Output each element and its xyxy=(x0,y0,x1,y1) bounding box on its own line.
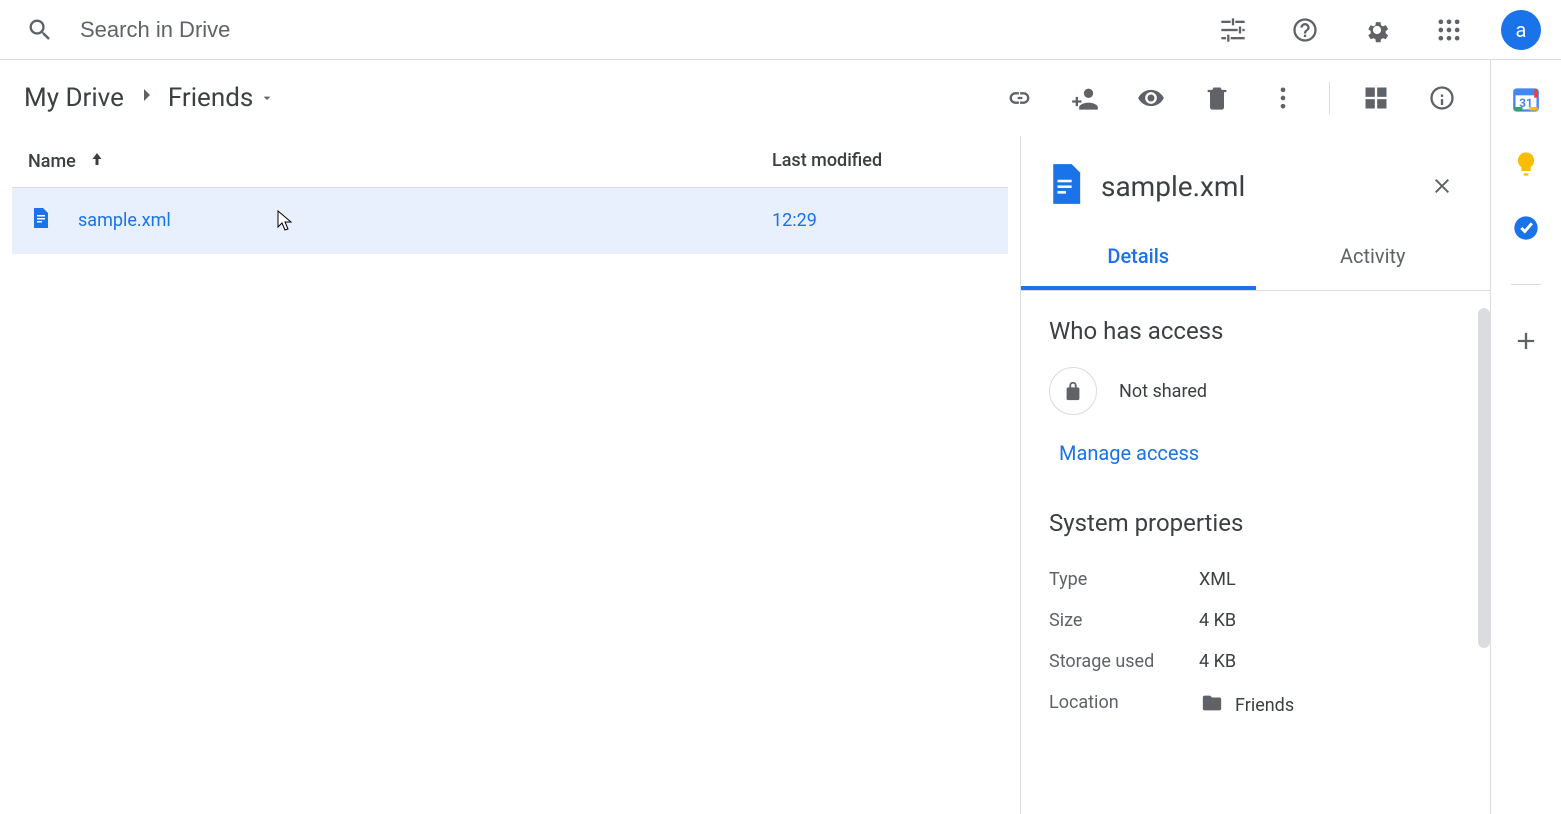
toolbar-divider xyxy=(1329,82,1330,114)
avatar-letter: a xyxy=(1516,18,1527,42)
close-icon[interactable] xyxy=(1422,166,1462,206)
prop-type-value: XML xyxy=(1199,569,1236,590)
help-icon[interactable] xyxy=(1285,10,1325,50)
add-icon[interactable] xyxy=(1512,327,1540,355)
search-input[interactable] xyxy=(80,17,680,43)
grid-view-icon[interactable] xyxy=(1356,78,1396,118)
info-icon[interactable] xyxy=(1422,78,1462,118)
right-rail: 31 xyxy=(1491,60,1561,814)
file-area: Name Last modified sample.xml 12:29 xyxy=(0,136,1490,814)
account-avatar[interactable]: a xyxy=(1501,10,1541,50)
panel-header: sample.xml xyxy=(1021,136,1490,226)
prop-storage: Storage used 4 KB xyxy=(1049,641,1462,682)
breadcrumb-current-label: Friends xyxy=(168,83,253,113)
rail-divider xyxy=(1511,284,1541,285)
tab-details[interactable]: Details xyxy=(1021,226,1256,290)
details-panel: sample.xml Details Activity Who has acce… xyxy=(1020,136,1490,814)
folder-icon xyxy=(1199,692,1225,719)
share-person-icon[interactable] xyxy=(1065,78,1105,118)
tasks-icon[interactable] xyxy=(1512,214,1540,242)
file-row[interactable]: sample.xml 12:29 xyxy=(12,188,1008,254)
breadcrumb: My Drive Friends xyxy=(24,83,275,114)
calendar-icon[interactable]: 31 xyxy=(1512,86,1540,114)
access-row: Not shared xyxy=(1049,367,1462,415)
list-header: Name Last modified xyxy=(12,136,1008,188)
action-toolbar xyxy=(999,78,1466,118)
column-name-label: Name xyxy=(28,151,76,172)
panel-tabs: Details Activity xyxy=(1021,226,1490,291)
search-area xyxy=(20,10,1213,50)
column-modified-label: Last modified xyxy=(772,150,882,171)
prop-location-text: Friends xyxy=(1235,695,1294,716)
prop-size-value: 4 KB xyxy=(1199,610,1236,631)
column-modified[interactable]: Last modified xyxy=(772,150,992,173)
chevron-right-icon xyxy=(134,83,158,114)
topbar-right: a xyxy=(1213,10,1541,50)
access-heading: Who has access xyxy=(1049,317,1462,345)
prop-location: Location Friends xyxy=(1049,682,1462,729)
sort-up-icon xyxy=(88,150,106,173)
keep-icon[interactable] xyxy=(1512,150,1540,178)
props-heading: System properties xyxy=(1049,509,1462,537)
file-name: sample.xml xyxy=(78,210,772,231)
breadcrumb-root[interactable]: My Drive xyxy=(24,83,124,113)
filter-icon[interactable] xyxy=(1213,10,1253,50)
scrollbar-thumb[interactable] xyxy=(1478,308,1490,648)
content-area: My Drive Friends xyxy=(0,60,1491,814)
search-icon[interactable] xyxy=(20,10,60,50)
prop-location-label: Location xyxy=(1049,692,1199,719)
prop-type-label: Type xyxy=(1049,569,1199,590)
doc-file-icon xyxy=(28,206,52,235)
topbar: a xyxy=(0,0,1561,60)
file-modified: 12:29 xyxy=(772,210,992,231)
prop-size-label: Size xyxy=(1049,610,1199,631)
access-status: Not shared xyxy=(1119,381,1207,402)
column-name[interactable]: Name xyxy=(28,150,772,173)
panel-title: sample.xml xyxy=(1101,170,1404,203)
panel-body: Who has access Not shared Manage access … xyxy=(1021,291,1490,814)
breadcrumb-current[interactable]: Friends xyxy=(168,83,275,113)
prop-size: Size 4 KB xyxy=(1049,600,1462,641)
prop-type: Type XML xyxy=(1049,559,1462,600)
prop-storage-label: Storage used xyxy=(1049,651,1199,672)
prop-storage-value: 4 KB xyxy=(1199,651,1236,672)
file-list: Name Last modified sample.xml 12:29 xyxy=(0,136,1020,814)
chevron-down-icon xyxy=(259,83,275,113)
mouse-cursor-icon xyxy=(277,210,293,232)
preview-eye-icon[interactable] xyxy=(1131,78,1171,118)
link-icon[interactable] xyxy=(999,78,1039,118)
main: My Drive Friends xyxy=(0,60,1561,814)
tab-activity[interactable]: Activity xyxy=(1256,226,1491,290)
gear-icon[interactable] xyxy=(1357,10,1397,50)
trash-icon[interactable] xyxy=(1197,78,1237,118)
prop-location-value[interactable]: Friends xyxy=(1199,692,1294,719)
more-vert-icon[interactable] xyxy=(1263,78,1303,118)
manage-access-link[interactable]: Manage access xyxy=(1059,441,1199,465)
toolbar-row: My Drive Friends xyxy=(0,60,1490,136)
panel-doc-icon xyxy=(1049,164,1083,208)
lock-icon xyxy=(1049,367,1097,415)
apps-icon[interactable] xyxy=(1429,10,1469,50)
